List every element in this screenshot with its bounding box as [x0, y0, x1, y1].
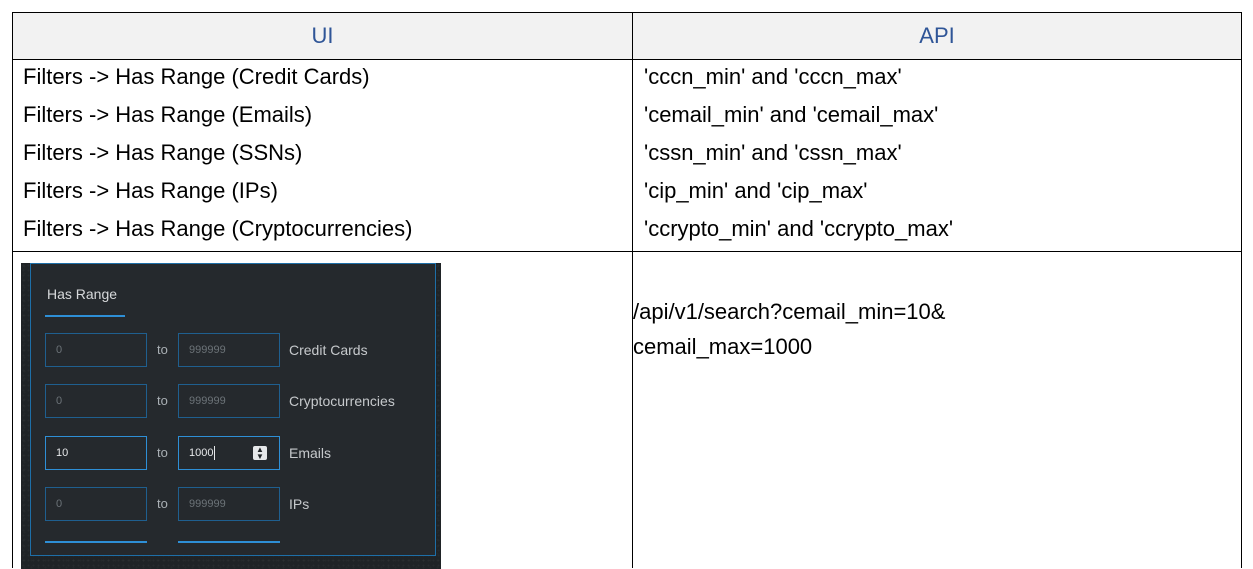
credit-cards-label: Credit Cards: [289, 342, 368, 358]
ui-cell-ips: Filters -> Has Range (IPs): [23, 178, 278, 203]
api-cell-credit-cards: 'cccn_min' and 'cccn_max': [644, 64, 902, 89]
text-cursor: [214, 446, 216, 460]
column-divider: [632, 13, 633, 568]
crypto-max-input[interactable]: 999999: [178, 384, 280, 418]
api-example-line1: /api/v1/search?cemail_min=10&: [633, 299, 946, 324]
partial-input-edge: [45, 541, 147, 543]
to-label: to: [157, 393, 168, 408]
panel-title: Has Range: [47, 286, 118, 302]
ips-label: IPs: [289, 496, 310, 512]
emails-max-input[interactable]: 1000 ▲ ▼: [178, 436, 280, 470]
ui-cell-credit-cards: Filters -> Has Range (Credit Cards): [23, 64, 370, 89]
header-ui: UI: [13, 13, 632, 59]
emails-label: Emails: [289, 445, 332, 461]
row-divider: [13, 251, 1241, 252]
ips-max-input[interactable]: 999999: [178, 487, 280, 521]
to-label: to: [157, 496, 168, 511]
ui-cell-emails: Filters -> Has Range (Emails): [23, 102, 313, 127]
crypto-label: Cryptocurrencies: [289, 393, 395, 409]
header-divider: [13, 59, 1241, 60]
api-example-line2: cemail_max=1000: [633, 334, 813, 359]
spinner-icon[interactable]: ▲ ▼: [253, 446, 267, 461]
ips-min-input[interactable]: 0: [45, 487, 147, 521]
ui-cell-crypto: Filters -> Has Range (Cryptocurrencies): [23, 216, 413, 241]
api-cell-crypto: 'ccrypto_min' and 'ccrypto_max': [644, 216, 954, 241]
to-label: to: [157, 445, 168, 460]
title-underline: [45, 315, 125, 317]
has-range-panel: Has Range 0 to 999999 Credit Cards 0 to …: [30, 263, 436, 556]
api-cell-ips: 'cip_min' and 'cip_max': [644, 178, 868, 203]
partial-input-edge: [178, 541, 280, 543]
credit-cards-min-input[interactable]: 0: [45, 333, 147, 367]
credit-cards-max-input[interactable]: 999999: [178, 333, 280, 367]
emails-max-value: 1000: [189, 447, 214, 459]
ui-cell-ssns: Filters -> Has Range (SSNs): [23, 140, 303, 165]
api-example: /api/v1/search?cemail_min=10& cemail_max…: [633, 294, 945, 364]
api-cell-emails: 'cemail_min' and 'cemail_max': [644, 102, 939, 127]
to-label: to: [157, 342, 168, 357]
header-api: API: [633, 13, 1241, 59]
emails-min-input[interactable]: 10: [45, 436, 147, 470]
api-cell-ssns: 'cssn_min' and 'cssn_max': [644, 140, 902, 165]
crypto-min-input[interactable]: 0: [45, 384, 147, 418]
ui-screenshot: Has Range 0 to 999999 Credit Cards 0 to …: [21, 263, 441, 569]
